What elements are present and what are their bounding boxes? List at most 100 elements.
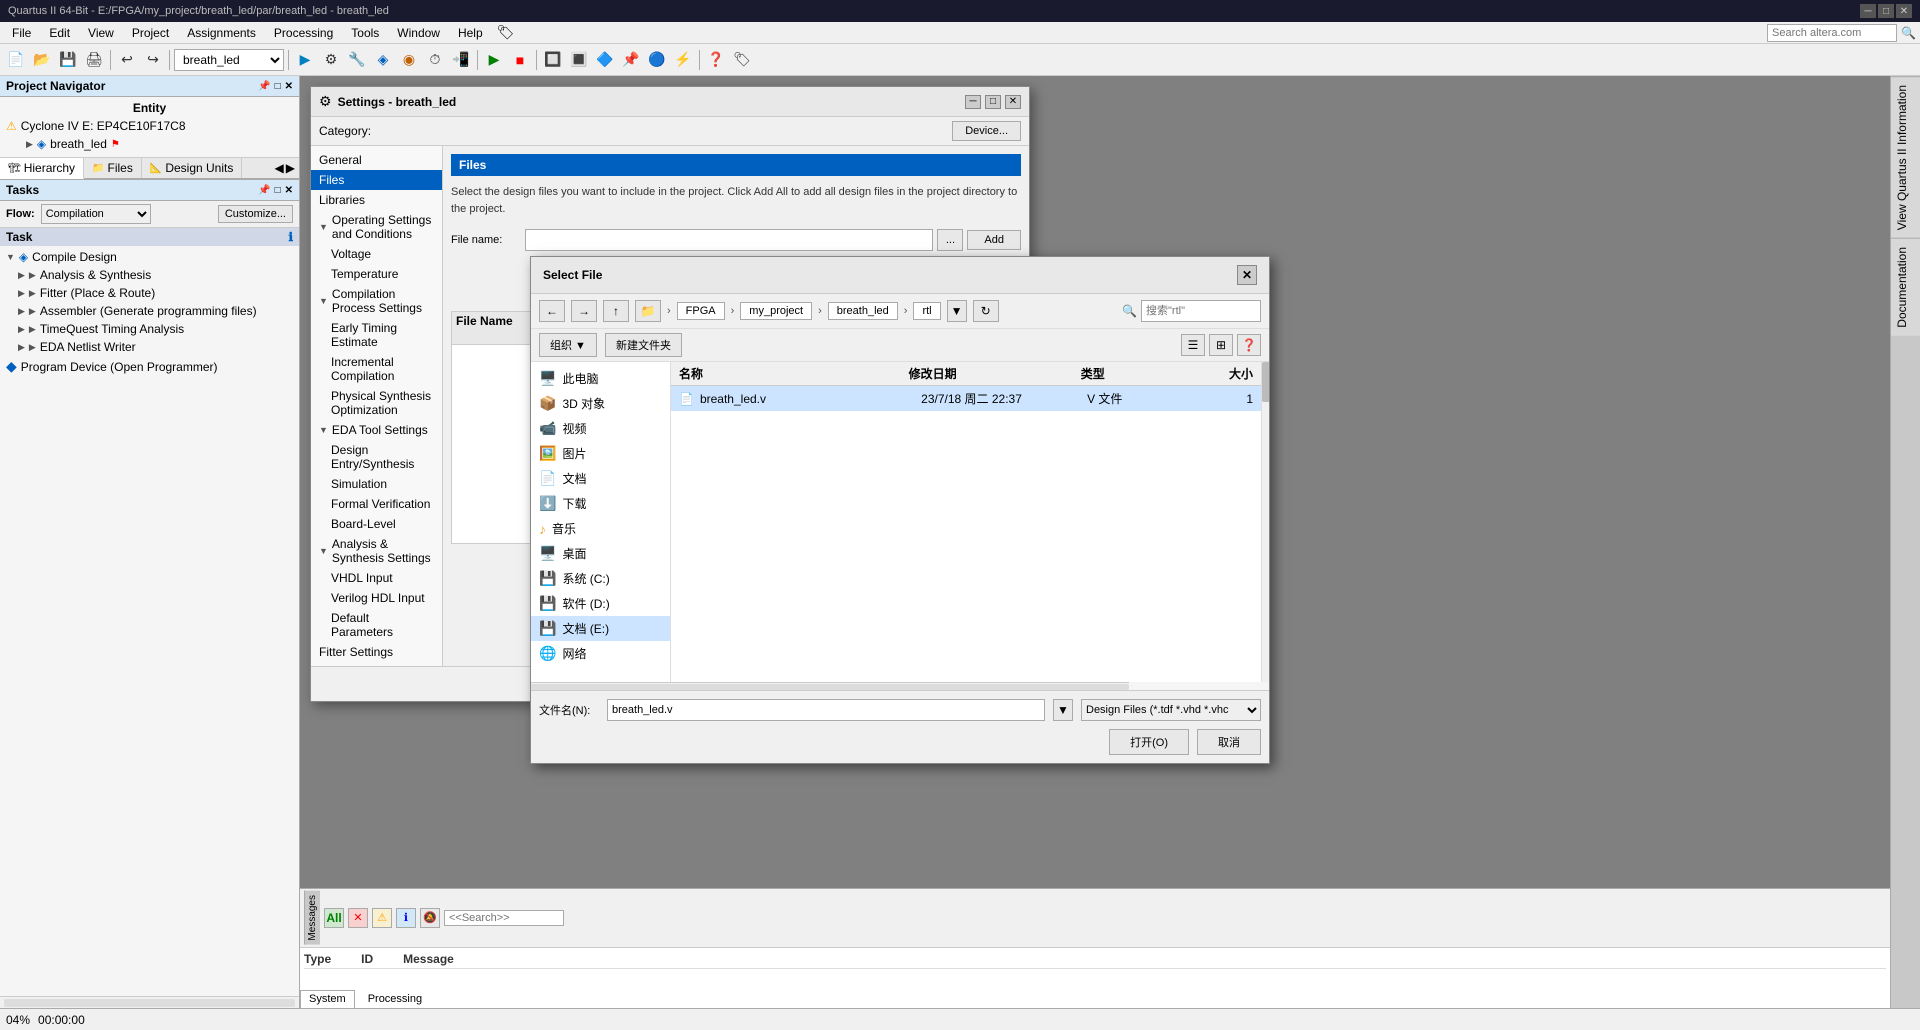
sf-item-music[interactable]: ♪ 音乐 [531, 516, 670, 541]
tasks-close-icon[interactable]: ✕ [285, 185, 293, 196]
sf-col-type[interactable]: 类型 [1081, 365, 1196, 382]
sf-item-pc[interactable]: 🖥️ 此电脑 [531, 366, 670, 391]
msg-all-btn[interactable]: All [324, 908, 344, 928]
tab-system[interactable]: System [300, 990, 355, 1008]
h-scrollbar[interactable] [0, 996, 299, 1008]
sf-col-size[interactable]: 大小 [1196, 365, 1253, 382]
cat-timequest[interactable]: TimeQuest Timing Analyzer [311, 662, 442, 666]
tab-design-units[interactable]: 📐 Design Units [142, 158, 242, 178]
menu-edit[interactable]: Edit [41, 24, 78, 42]
sf-search-input[interactable] [1141, 300, 1261, 322]
sf-dropdown-btn[interactable]: ▼ [947, 300, 967, 322]
menu-assignments[interactable]: Assignments [179, 24, 264, 42]
documentation-btn[interactable]: Documentation [1891, 238, 1920, 336]
task-analysis-synthesis[interactable]: ▶ ▶ Analysis & Synthesis [0, 266, 299, 284]
assemble-btn[interactable]: ◉ [397, 48, 421, 72]
power-btn[interactable]: ⚡ [671, 48, 695, 72]
sf-list-view-btn[interactable]: ☰ [1181, 334, 1205, 356]
messages-search-input[interactable] [444, 910, 564, 926]
sf-item-3d[interactable]: 📦 3D 对象 [531, 391, 670, 416]
nav-next-icon[interactable]: ▶ [286, 161, 295, 175]
rtl-btn[interactable]: 🔲 [541, 48, 565, 72]
msg-suppress-btn[interactable]: 🔕 [420, 908, 440, 928]
cat-design-entry[interactable]: Design Entry/Synthesis [311, 440, 442, 474]
cat-board-level[interactable]: Board-Level [311, 514, 442, 534]
menu-processing[interactable]: Processing [266, 24, 341, 42]
assign-btn[interactable]: 🔵 [645, 48, 669, 72]
task-program-device[interactable]: ◆ Program Device (Open Programmer) [0, 356, 299, 377]
sf-filename-dropdown-btn[interactable]: ▼ [1053, 699, 1073, 721]
new-btn[interactable]: 📄 [4, 48, 28, 72]
file-name-input[interactable] [525, 229, 933, 251]
tasks-float-icon[interactable]: □ [275, 185, 281, 196]
compile-btn[interactable]: ▶ [293, 48, 317, 72]
cat-default-params[interactable]: Default Parameters [311, 608, 442, 642]
analyze-btn[interactable]: ⚙ [319, 48, 343, 72]
synthesize-btn[interactable]: 🔧 [345, 48, 369, 72]
tab-processing[interactable]: Processing [359, 990, 431, 1008]
cat-early-timing[interactable]: Early Timing Estimate [311, 318, 442, 352]
cat-simulation[interactable]: Simulation [311, 474, 442, 494]
cat-compilation-process[interactable]: ▼ Compilation Process Settings [311, 284, 442, 318]
tab-hierarchy[interactable]: 🏗 Hierarchy [0, 158, 84, 179]
sf-up-btn[interactable]: ↑ [603, 300, 629, 322]
customize-btn[interactable]: Customize... [218, 205, 293, 223]
sf-item-video[interactable]: 📹 视频 [531, 416, 670, 441]
chip-btn[interactable]: 🔷 [593, 48, 617, 72]
sf-organize-btn[interactable]: 组织 ▼ [539, 333, 597, 357]
maximize-btn[interactable]: □ [1878, 4, 1894, 18]
task-timequest[interactable]: ▶ ▶ TimeQuest Timing Analysis [0, 320, 299, 338]
cat-files[interactable]: Files [311, 170, 442, 190]
cat-operating-settings[interactable]: ▼ Operating Settings and Conditions [311, 210, 442, 244]
sf-item-pictures[interactable]: 🖼️ 图片 [531, 441, 670, 466]
help-icon[interactable]: 🏷 [497, 24, 515, 41]
menu-help[interactable]: Help [450, 24, 491, 42]
sf-item-c-drive[interactable]: 💾 系统 (C:) [531, 566, 670, 591]
flow-select[interactable]: Compilation [41, 204, 151, 224]
sf-refresh-btn[interactable]: ↻ [973, 300, 999, 322]
cat-verilog[interactable]: Verilog HDL Input [311, 588, 442, 608]
panel-pin-icon[interactable]: 📌 [258, 81, 270, 92]
sf-item-network[interactable]: 🌐 网络 [531, 641, 670, 666]
sf-item-d-drive[interactable]: 💾 软件 (D:) [531, 591, 670, 616]
nav-prev-icon[interactable]: ◀ [275, 161, 284, 175]
tab-files[interactable]: 📁 Files [84, 158, 142, 178]
cat-general[interactable]: General [311, 150, 442, 170]
tech-btn[interactable]: 🔳 [567, 48, 591, 72]
cat-temperature[interactable]: Temperature [311, 264, 442, 284]
sf-item-downloads[interactable]: ⬇️ 下载 [531, 491, 670, 516]
menu-window[interactable]: Window [389, 24, 448, 42]
sf-path-my-project[interactable]: my_project [740, 302, 812, 320]
open-btn[interactable]: 📂 [30, 48, 54, 72]
help-btn[interactable]: ❓ [704, 48, 728, 72]
pin-btn[interactable]: 📌 [619, 48, 643, 72]
cat-eda-tools[interactable]: ▼ EDA Tool Settings [311, 420, 442, 440]
task-assembler[interactable]: ▶ ▶ Assembler (Generate programming file… [0, 302, 299, 320]
tasks-pin-icon[interactable]: 📌 [258, 185, 270, 196]
redo-btn[interactable]: ↪ [141, 48, 165, 72]
save-btn[interactable]: 💾 [56, 48, 80, 72]
sf-h-scrollbar[interactable] [531, 682, 1129, 690]
cat-incremental[interactable]: Incremental Compilation [311, 352, 442, 386]
sf-filetype-select[interactable]: Design Files (*.tdf *.vhd *.vhc [1081, 699, 1261, 721]
browse-btn[interactable]: ... [937, 229, 963, 251]
add-btn[interactable]: Add [967, 230, 1021, 250]
menu-tools[interactable]: Tools [343, 24, 387, 42]
settings-maximize-btn[interactable]: □ [985, 95, 1001, 109]
cat-libraries[interactable]: Libraries [311, 190, 442, 210]
sf-open-btn[interactable]: 打开(O) [1109, 729, 1189, 755]
time-btn[interactable]: ⏱ [423, 48, 447, 72]
panel-close-icon[interactable]: ✕ [285, 81, 293, 92]
project-tree-node[interactable]: ▶ ◈ breath_led ⚑ [6, 135, 293, 153]
sf-item-e-drive[interactable]: 💾 文档 (E:) [531, 616, 670, 641]
sf-item-documents[interactable]: 📄 文档 [531, 466, 670, 491]
cat-voltage[interactable]: Voltage [311, 244, 442, 264]
close-btn[interactable]: ✕ [1896, 4, 1912, 18]
msg-info-btn[interactable]: ℹ [396, 908, 416, 928]
minimize-btn[interactable]: ─ [1860, 4, 1876, 18]
sf-col-name[interactable]: 名称 [679, 365, 909, 382]
cat-analysis-synthesis[interactable]: ▼ Analysis & Synthesis Settings [311, 534, 442, 568]
msg-warning-btn[interactable]: ⚠ [372, 908, 392, 928]
sf-path-fpga[interactable]: FPGA [677, 302, 725, 320]
sf-filename-input[interactable] [607, 699, 1045, 721]
